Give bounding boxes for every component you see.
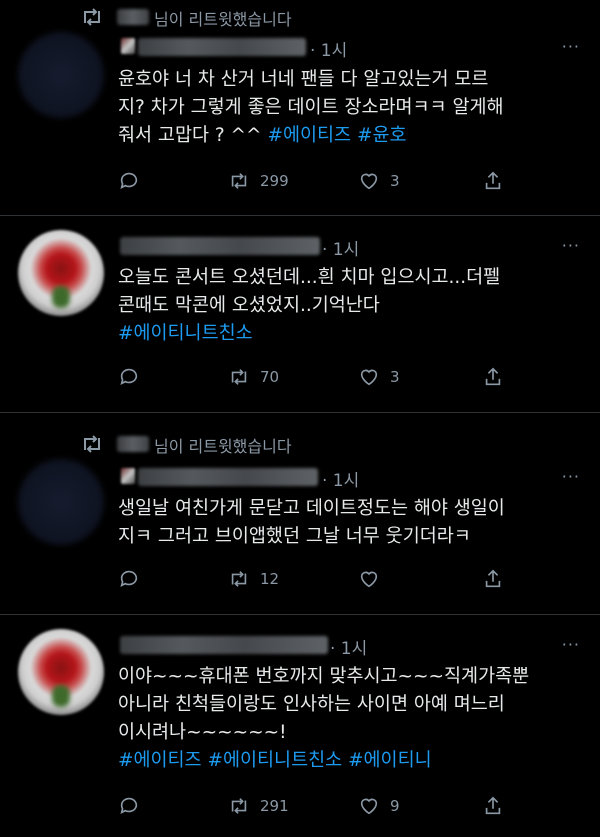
like-button[interactable]: 9 xyxy=(358,795,400,817)
share-icon xyxy=(485,367,501,386)
reply-icon xyxy=(120,368,138,385)
tweet-2[interactable]: · 1시 ··· 오늘도 콘서트 오셨던데...흰 치마 입으시고...더펠 콘… xyxy=(0,216,600,412)
share-button[interactable] xyxy=(482,170,504,192)
hashtag-link[interactable]: #에이티니트친소 xyxy=(118,323,253,344)
display-name-emoji xyxy=(121,38,135,54)
retweet-icon xyxy=(231,369,247,385)
hashtag-link[interactable]: #에이티즈 xyxy=(118,750,202,771)
retweet-icon xyxy=(231,173,247,189)
reply-button[interactable] xyxy=(118,170,140,192)
retweeter-name-blurred[interactable] xyxy=(117,9,149,25)
tweet-actions: 12 xyxy=(118,568,508,592)
retweet-button[interactable]: 299 xyxy=(228,170,289,192)
retweeter-name-blurred[interactable] xyxy=(117,436,149,452)
avatar[interactable] xyxy=(18,32,104,118)
retweet-count: 70 xyxy=(260,368,280,386)
heart-icon xyxy=(360,798,378,815)
tweet-text: 이야~~~휴대폰 번호까지 맞추시고~~~직계가족뿐 아니라 친척들이랑도 인사… xyxy=(118,663,580,775)
tweet-line: 윤호야 너 차 산거 너네 팬들 다 알고있는거 모르 xyxy=(118,69,489,90)
retweet-banner: 님이 리트윗했습니다 xyxy=(0,2,600,32)
heart-icon xyxy=(360,571,378,588)
tweet-line: 이야~~~휴대폰 번호까지 맞추시고~~~직계가족뿐 xyxy=(118,666,530,687)
hashtag-link[interactable]: #에이티니트친소 xyxy=(207,750,342,771)
tweet-actions: 291 9 xyxy=(118,795,508,819)
retweet-icon xyxy=(84,8,100,26)
share-button[interactable] xyxy=(482,568,504,590)
retweet-button[interactable]: 12 xyxy=(228,568,279,590)
tweet-line: #에이티즈 #에이티니트친소 #에이티니 xyxy=(118,747,580,775)
retweet-icon xyxy=(84,435,100,453)
like-button[interactable]: 3 xyxy=(358,366,400,388)
reply-button[interactable] xyxy=(118,568,140,590)
more-icon[interactable]: ··· xyxy=(562,467,580,486)
avatar[interactable] xyxy=(18,629,104,715)
share-icon xyxy=(485,569,501,588)
like-count: 3 xyxy=(390,368,400,386)
tweet-line: 아니라 친척들이랑도 인사하는 사이면 아예 며느리 xyxy=(118,694,505,715)
hashtag-link[interactable]: #에이티즈 xyxy=(267,125,351,146)
timestamp[interactable]: · 1시 xyxy=(330,634,367,659)
timestamp[interactable]: · 1시 xyxy=(322,466,359,491)
tweet-line: 콘때도 막콘에 오셨었지..기억난다 xyxy=(118,295,380,316)
timestamp[interactable]: · 1시 xyxy=(310,36,347,61)
tweet-line: #에이티니트친소 xyxy=(118,320,580,348)
heart-icon xyxy=(360,173,378,190)
retweet-count: 291 xyxy=(260,797,289,815)
retweet-label: 님이 리트윗했습니다 xyxy=(154,10,292,29)
display-name-blurred[interactable] xyxy=(138,468,318,486)
more-icon[interactable]: ··· xyxy=(562,37,580,56)
share-icon xyxy=(485,171,501,190)
reply-button[interactable] xyxy=(118,795,140,817)
tweet-actions: 299 3 xyxy=(118,170,508,194)
avatar[interactable] xyxy=(18,230,104,316)
share-button[interactable] xyxy=(482,366,504,388)
display-name-emoji xyxy=(121,468,135,484)
retweet-icon xyxy=(231,798,247,814)
tweet-line: 줘서 고맙다 ? ^^ #에이티즈 #윤호 xyxy=(118,125,407,146)
retweet-button[interactable]: 70 xyxy=(228,366,279,388)
tweet-line: 오늘도 콘서트 오셨던데...흰 치마 입으시고...더펠 xyxy=(118,267,501,288)
retweet-count: 12 xyxy=(260,570,280,588)
tweet-4[interactable]: · 1시 ··· 이야~~~휴대폰 번호까지 맞추시고~~~직계가족뿐 아니라 … xyxy=(0,615,600,837)
share-icon xyxy=(485,796,501,815)
tweet-line: 생일날 여친가게 문닫고 데이트정도는 해야 생일이 xyxy=(118,498,505,519)
like-button[interactable] xyxy=(358,568,390,590)
timestamp[interactable]: · 1시 xyxy=(322,235,359,260)
reply-button[interactable] xyxy=(118,366,140,388)
tweet-text: 윤호야 너 차 산거 너네 팬들 다 알고있는거 모르 지? 차가 그렇게 좋은… xyxy=(118,66,580,150)
display-name-blurred[interactable] xyxy=(120,636,328,654)
more-icon[interactable]: ··· xyxy=(562,635,580,654)
retweet-button[interactable]: 291 xyxy=(228,795,289,817)
tweet-line: 이시려나~~~~~~! xyxy=(118,722,287,743)
avatar[interactable] xyxy=(18,459,104,545)
retweet-count: 299 xyxy=(260,172,289,190)
like-button[interactable]: 3 xyxy=(358,170,400,192)
heart-icon xyxy=(360,369,378,386)
tweet-line: 지ㅋ 그러고 브이앱했던 그날 너무 웃기더라ㅋ xyxy=(118,526,471,547)
retweet-icon xyxy=(231,571,247,587)
tweet-line: 지? 차가 그렇게 좋은 데이트 장소라며ㅋㅋ 알게해 xyxy=(118,97,504,118)
hashtag-link[interactable]: #에이티니 xyxy=(348,750,432,771)
tweet-3[interactable]: 님이 리트윗했습니다 · 1시 ··· 생일날 여친가게 문닫고 데이트정도는 … xyxy=(0,413,600,614)
reply-icon xyxy=(120,570,138,587)
hashtag-link[interactable]: #윤호 xyxy=(357,125,407,146)
display-name-blurred[interactable] xyxy=(138,38,306,56)
reply-icon xyxy=(120,797,138,814)
tweet-text: 오늘도 콘서트 오셨던데...흰 치마 입으시고...더펠 콘때도 막콘에 오셨… xyxy=(118,264,580,348)
tweet-1[interactable]: 님이 리트윗했습니다 · 1시 ··· 윤호야 너 차 산거 너네 팬들 다 알… xyxy=(0,0,600,215)
tweet-text: 생일날 여친가게 문닫고 데이트정도는 해야 생일이 지ㅋ 그러고 브이앱했던 … xyxy=(118,495,580,551)
retweet-label: 님이 리트윗했습니다 xyxy=(154,437,292,456)
retweet-banner: 님이 리트윗했습니다 xyxy=(0,429,600,459)
reply-icon xyxy=(120,172,138,189)
display-name-blurred[interactable] xyxy=(120,237,320,255)
tweet-actions: 70 3 xyxy=(118,366,508,390)
like-count: 3 xyxy=(390,172,400,190)
like-count: 9 xyxy=(390,797,400,815)
more-icon[interactable]: ··· xyxy=(562,236,580,255)
share-button[interactable] xyxy=(482,795,504,817)
